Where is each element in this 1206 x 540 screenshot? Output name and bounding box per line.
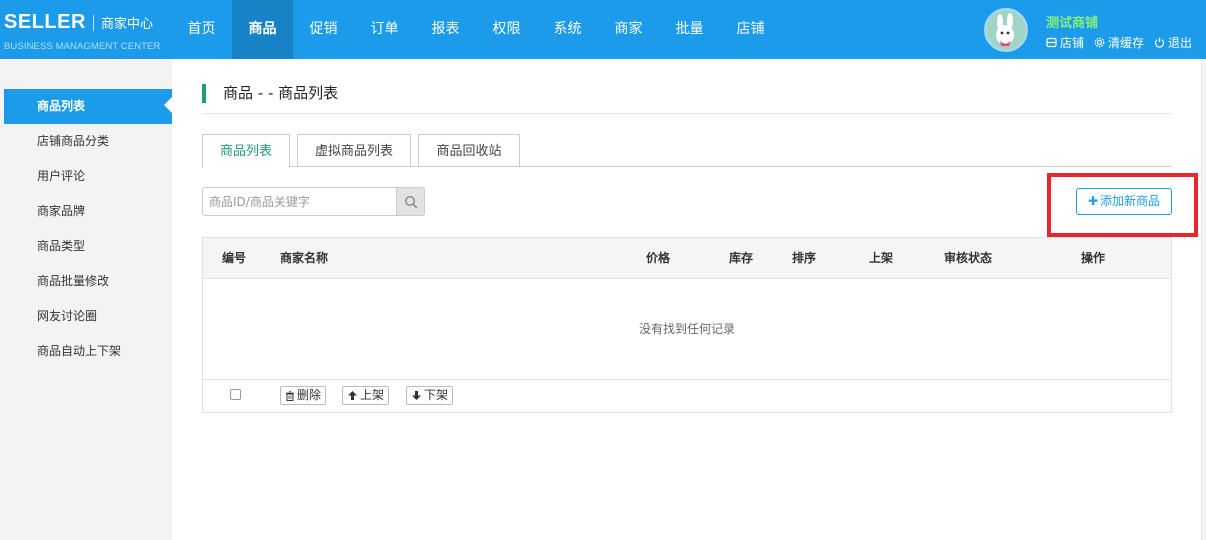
user-links: 店铺 清缓存 退出 (1046, 34, 1192, 51)
sidebar-item-brands[interactable]: 商家品牌 (0, 194, 172, 229)
sidebar-item-goods-types[interactable]: 商品类型 (0, 229, 172, 264)
bulk-shelf-down-button[interactable]: 下架 (406, 386, 454, 405)
nav-item-reports[interactable]: 报表 (415, 0, 476, 59)
nav-item-home[interactable]: 首页 (171, 0, 232, 59)
nav-item-batch[interactable]: 批量 (659, 0, 720, 59)
store-link-label: 店铺 (1060, 36, 1085, 50)
sidebar-item-store-category[interactable]: 店铺商品分类 (0, 124, 172, 159)
sidebar-item-label: 商品自动上下架 (37, 344, 122, 358)
column-header-actions: 操作 (1081, 251, 1106, 265)
center-title: 商家中心 (101, 17, 154, 32)
main-panel: 商品 - - 商品列表 商品列表 虚拟商品列表 商品回收站 ✚添加新商品 编号 … (172, 59, 1201, 540)
table-footer: 删除 上架 下架 (203, 380, 1171, 412)
column-header-on-shelf: 上架 (869, 251, 894, 265)
nav-item-store[interactable]: 店铺 (720, 0, 781, 59)
arrow-down-icon (412, 391, 421, 400)
nav-item-goods[interactable]: 商品 (232, 0, 293, 59)
logo-divider (93, 15, 94, 31)
bulk-shelf-up-label: 上架 (360, 388, 385, 402)
sidebar-item-user-reviews[interactable]: 用户评论 (0, 159, 172, 194)
sidebar-item-discussion[interactable]: 网友讨论圈 (0, 299, 172, 334)
shop-name: 测试商铺 (1046, 16, 1099, 31)
clear-cache-label: 清缓存 (1108, 36, 1145, 50)
active-indicator-arrow (164, 97, 172, 113)
tab-recycle-bin[interactable]: 商品回收站 (418, 134, 520, 167)
sidebar-item-label: 网友讨论圈 (37, 309, 98, 323)
search-box (202, 187, 425, 216)
sidebar-item-label: 商家品牌 (37, 204, 86, 218)
plus-icon: ✚ (1087, 194, 1099, 208)
logo[interactable]: SELLER 商家中心 BUSINESS MANAGMENT CENTER (4, 10, 160, 52)
sidebar-item-auto-shelf[interactable]: 商品自动上下架 (0, 334, 172, 369)
bulk-shelf-up-button[interactable]: 上架 (342, 386, 390, 405)
column-header-sort: 排序 (792, 251, 817, 265)
column-header-stock: 库存 (729, 251, 754, 265)
select-all-checkbox[interactable] (230, 389, 241, 400)
nav-item-system[interactable]: 系统 (537, 0, 598, 59)
goods-table: 编号 商家名称 价格 库存 排序 上架 审核状态 操作 没有找到任何记录 删除 (202, 237, 1172, 413)
sidebar-item-label: 用户评论 (37, 169, 86, 183)
tab-virtual-goods[interactable]: 虚拟商品列表 (297, 134, 411, 167)
logo-subtitle: BUSINESS MANAGMENT CENTER (4, 41, 161, 52)
avatar[interactable] (984, 8, 1028, 52)
logo-text: SELLER (4, 11, 86, 33)
title-accent-bar (202, 84, 206, 103)
nav-item-merchant[interactable]: 商家 (598, 0, 659, 59)
top-bar: SELLER 商家中心 BUSINESS MANAGMENT CENTER 首页… (0, 0, 1206, 59)
store-link[interactable]: 店铺 (1046, 34, 1084, 51)
power-icon (1154, 37, 1165, 48)
column-header-merchant-name: 商家名称 (280, 251, 329, 265)
nav-item-permissions[interactable]: 权限 (476, 0, 537, 59)
nav-item-orders[interactable]: 订单 (354, 0, 415, 59)
tab-goods-list[interactable]: 商品列表 (202, 134, 290, 168)
search-button[interactable] (396, 188, 424, 215)
sidebar-item-goods-list[interactable]: 商品列表 (4, 89, 172, 124)
arrow-up-icon (348, 391, 357, 400)
column-header-id: 编号 (222, 251, 247, 265)
bulk-delete-label: 删除 (297, 388, 322, 402)
add-goods-button[interactable]: ✚ 添加新商品 (1076, 188, 1172, 215)
sidebar: 商品列表 店铺商品分类 用户评论 商家品牌 商品类型 商品批量修改 网友讨论圈 … (0, 59, 172, 540)
column-header-price: 价格 (646, 251, 671, 265)
gear-icon (1094, 37, 1105, 48)
page-title: 商品 - - 商品列表 (223, 84, 339, 102)
store-icon (1046, 37, 1057, 48)
bulk-delete-button[interactable]: 删除 (280, 386, 327, 405)
clear-cache-link[interactable]: 清缓存 (1094, 34, 1144, 51)
avatar-image (986, 10, 1026, 50)
search-input[interactable] (203, 188, 396, 215)
sidebar-item-label: 店铺商品分类 (37, 134, 110, 148)
sidebar-item-label: 商品列表 (37, 99, 86, 113)
search-icon (404, 195, 417, 208)
nav-item-promotion[interactable]: 促销 (293, 0, 354, 59)
logout-link[interactable]: 退出 (1154, 34, 1192, 51)
right-edge (1201, 59, 1206, 540)
trash-icon (286, 390, 294, 401)
column-header-review-status: 审核状态 (944, 251, 993, 265)
empty-state: 没有找到任何记录 (203, 279, 1171, 380)
sidebar-item-label: 商品类型 (37, 239, 86, 253)
tab-bar: 商品列表 虚拟商品列表 商品回收站 (202, 134, 1172, 168)
sidebar-item-batch-edit[interactable]: 商品批量修改 (0, 264, 172, 299)
main-nav: 首页 商品 促销 订单 报表 权限 系统 商家 批量 店铺 (171, 0, 781, 59)
logout-label: 退出 (1168, 36, 1193, 50)
sidebar-item-label: 商品批量修改 (37, 274, 110, 288)
page-header: 商品 - - 商品列表 (202, 84, 1172, 114)
table-header: 编号 商家名称 价格 库存 排序 上架 审核状态 操作 (203, 238, 1171, 279)
add-goods-label: 添加新商品 (1100, 194, 1161, 208)
bulk-shelf-down-label: 下架 (424, 388, 449, 402)
